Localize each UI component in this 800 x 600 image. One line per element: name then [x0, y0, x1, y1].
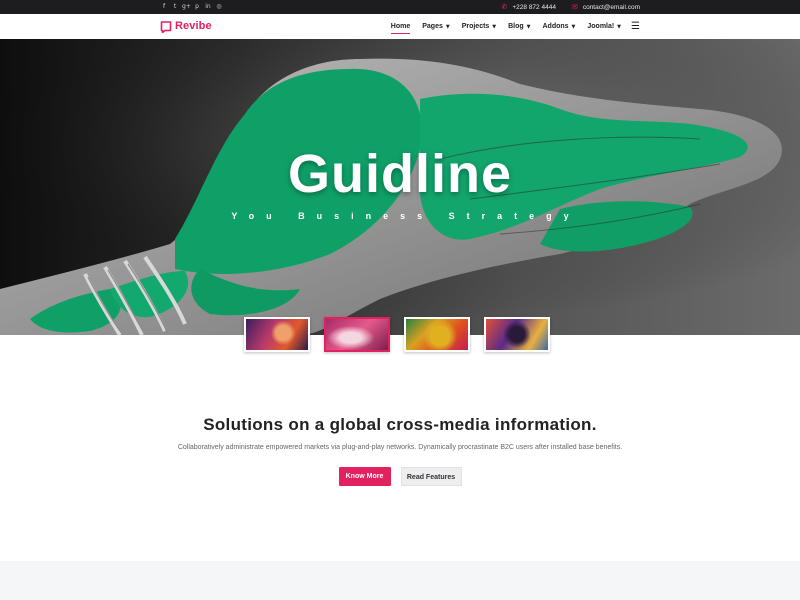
cta-buttons: Know More Read Features: [0, 467, 800, 486]
hero-title: Guidline: [288, 144, 512, 204]
section-title: Solutions on a global cross-media inform…: [203, 415, 597, 434]
nav-item-addons[interactable]: Addons ▼: [537, 14, 582, 39]
slider-thumbnail[interactable]: [404, 317, 470, 352]
hero-subtitle: You Business Strategy: [231, 211, 581, 221]
nav-item-label: Blog: [508, 23, 524, 30]
email-address[interactable]: contact@email.com: [583, 4, 640, 11]
top-bar: f t g+ p in ◎ ✆ +228 872 4444 ✉ contact@…: [0, 0, 800, 14]
slider-thumbnail[interactable]: [244, 317, 310, 352]
slider-thumbnail-active[interactable]: [324, 317, 390, 352]
nav-item-label: Home: [390, 23, 411, 30]
chevron-down-icon: ▼: [492, 24, 497, 30]
pinterest-icon[interactable]: p: [193, 2, 201, 12]
nav-item-label: Addons: [542, 23, 569, 30]
hero-slider: Guidline You Business Strategy: [0, 39, 800, 335]
read-features-button[interactable]: Read Features: [400, 467, 462, 486]
social-links: f t g+ p in ◎: [160, 0, 223, 14]
facebook-icon[interactable]: f: [160, 2, 168, 12]
logo-bookmark-icon: [160, 20, 172, 34]
nav-item-home[interactable]: Home: [385, 14, 416, 39]
linkedin-icon[interactable]: in: [204, 2, 212, 12]
phone-icon: ✆: [501, 3, 508, 11]
chevron-down-icon: ▼: [526, 24, 531, 30]
phone-number[interactable]: +228 872 4444: [512, 4, 556, 11]
chevron-down-icon: ▼: [571, 24, 576, 30]
next-section-band: [0, 561, 800, 600]
chevron-down-icon: ▼: [445, 24, 450, 30]
section-description: Collaboratively administrate empowered m…: [177, 444, 623, 451]
logo[interactable]: Revibe: [160, 19, 212, 34]
slider-thumbnail[interactable]: [484, 317, 550, 352]
contact-info: ✆ +228 872 4444 ✉ contact@email.com: [502, 0, 641, 14]
twitter-icon[interactable]: t: [171, 2, 179, 12]
envelope-icon: ✉: [571, 3, 578, 11]
slider-thumbnails: [0, 317, 800, 353]
chevron-down-icon: ▼: [617, 24, 622, 30]
nav-item-blog[interactable]: Blog ▼: [502, 14, 536, 39]
know-more-button[interactable]: Know More: [338, 467, 391, 486]
dribbble-icon[interactable]: ◎: [215, 2, 223, 12]
nav-item-projects[interactable]: Projects ▼: [456, 14, 502, 39]
nav-item-label: Projects: [461, 23, 490, 30]
nav-item-label: Pages: [422, 23, 443, 30]
google-plus-icon[interactable]: g+: [182, 2, 191, 12]
nav-item-label: Joomla!: [587, 23, 615, 30]
main-nav: Home Pages ▼ Projects ▼ Blog ▼ Addons ▼ …: [385, 14, 640, 39]
hamburger-menu-icon[interactable]: ☰: [627, 14, 640, 39]
logo-text: Revibe: [175, 20, 212, 32]
nav-item-joomla[interactable]: Joomla! ▼: [581, 14, 627, 39]
nav-item-pages[interactable]: Pages ▼: [416, 14, 455, 39]
site-header: Revibe Home Pages ▼ Projects ▼ Blog ▼ Ad…: [0, 14, 800, 39]
